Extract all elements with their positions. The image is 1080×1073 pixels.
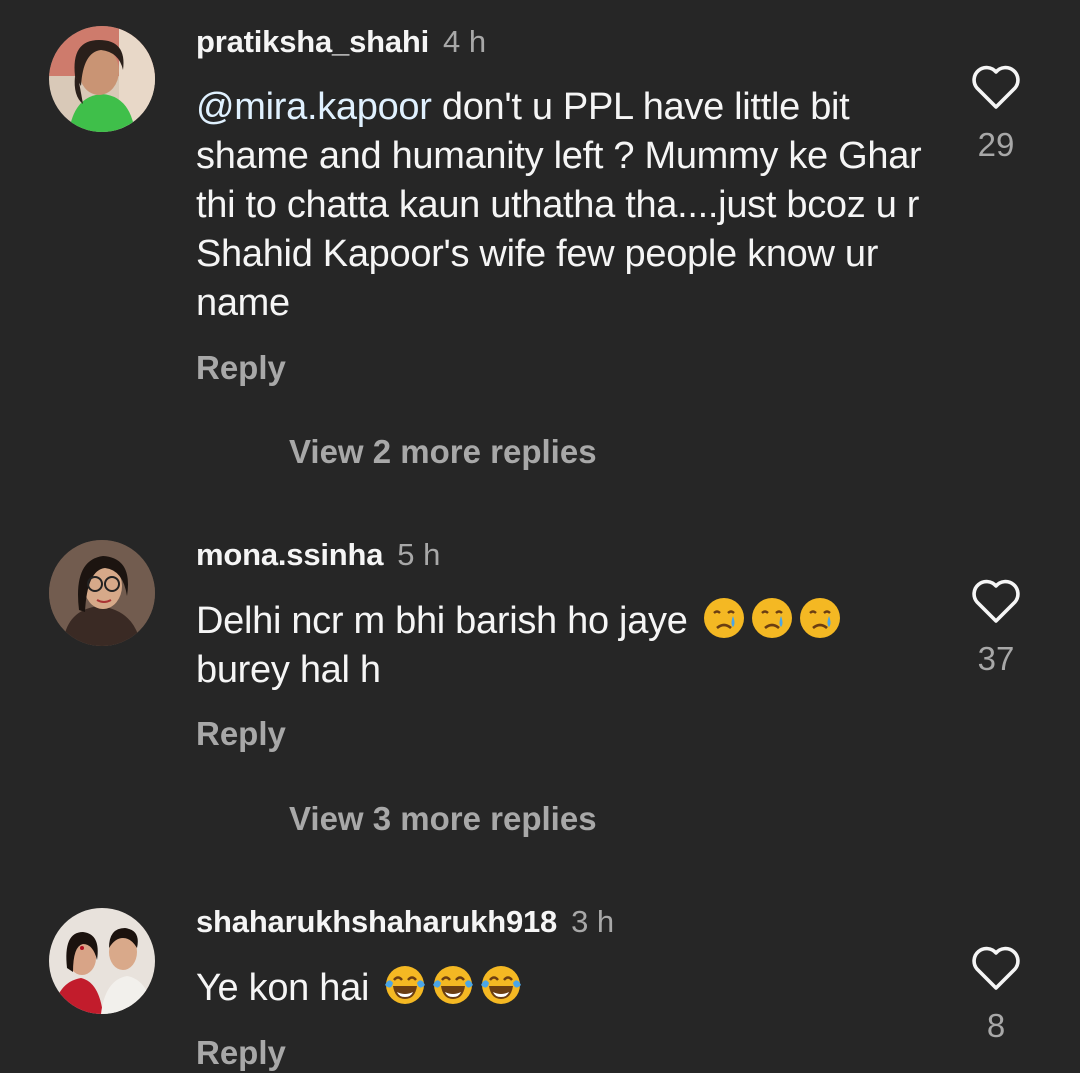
heart-icon[interactable]	[970, 944, 1022, 992]
comment-text: Delhi ncr m bhi barish ho jaye burey hal…	[196, 596, 936, 695]
reply-button[interactable]: Reply	[196, 1033, 286, 1073]
crying-face-emoji	[798, 596, 842, 640]
comment-time: 5 h	[397, 537, 441, 572]
comment-text-body: Delhi ncr m bhi barish ho jaye	[196, 600, 698, 642]
crying-face-emoji	[750, 596, 794, 640]
like-count: 37	[977, 640, 1015, 677]
mention-link[interactable]: @mira.kapoor	[196, 86, 432, 128]
comment-text: Ye kon hai	[196, 963, 936, 1013]
like-count: 29	[977, 126, 1015, 163]
heart-icon[interactable]	[970, 63, 1022, 111]
tears-of-joy-emoji	[479, 963, 523, 1007]
tears-of-joy-emoji	[383, 963, 427, 1007]
view-more-replies-button[interactable]: View 2 more replies	[289, 432, 597, 472]
avatar[interactable]	[49, 908, 155, 1014]
comment-text-body: burey hal h	[196, 649, 381, 691]
username[interactable]: pratiksha_shahi	[196, 24, 429, 59]
crying-face-emoji	[702, 596, 746, 640]
like-area: 37	[968, 577, 1024, 679]
like-area: 8	[968, 944, 1024, 1046]
reply-button[interactable]: Reply	[196, 348, 286, 388]
avatar[interactable]	[49, 26, 155, 132]
like-count: 8	[986, 1007, 1006, 1044]
username[interactable]: shaharukhshaharukh918	[196, 904, 557, 939]
comment-text: @mira.kapoor don't u PPL have little bit…	[196, 83, 936, 328]
username[interactable]: mona.ssinha	[196, 537, 383, 572]
reply-button[interactable]: Reply	[196, 714, 286, 754]
comment-time: 3 h	[571, 904, 615, 939]
tears-of-joy-emoji	[431, 963, 475, 1007]
view-more-replies-button[interactable]: View 3 more replies	[289, 799, 597, 839]
like-area: 29	[968, 63, 1024, 165]
avatar[interactable]	[49, 540, 155, 646]
comment-header: shaharukhshaharukh918 3 h	[196, 902, 614, 942]
heart-icon[interactable]	[970, 577, 1022, 625]
comment-time: 4 h	[443, 24, 487, 59]
comment-header: pratiksha_shahi 4 h	[196, 22, 486, 62]
comment-header: mona.ssinha 5 h	[196, 535, 440, 575]
comment-text-body: Ye kon hai	[196, 967, 380, 1009]
